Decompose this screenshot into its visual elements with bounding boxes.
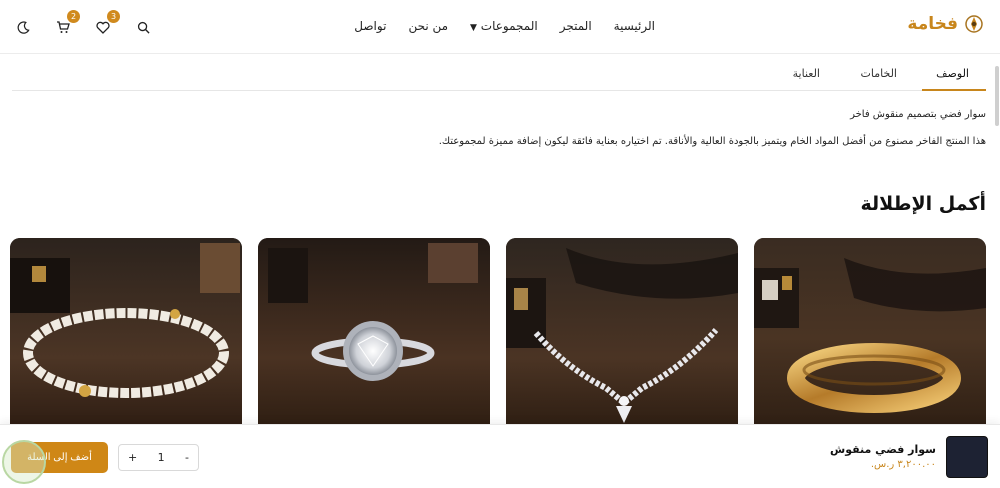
quantity-stepper: + 1 - — [118, 444, 199, 471]
cart-count-badge: 2 — [67, 10, 80, 23]
nav-contact[interactable]: تواصل — [354, 19, 386, 33]
tab-care[interactable]: العناية — [793, 67, 820, 80]
product-card-gold-bangle[interactable] — [754, 238, 986, 438]
related-section-title: أكمل الإطلالة — [860, 193, 986, 215]
nav-shop[interactable]: المتجر — [560, 19, 592, 33]
nav-collections[interactable]: المجموعات ▼ — [470, 19, 538, 33]
bottombar-product-name: سوار فضي منقوش — [830, 443, 936, 456]
search-icon — [137, 21, 150, 34]
logo[interactable]: فخامة — [907, 14, 984, 34]
moon-icon — [17, 20, 30, 34]
product-card-diamond-necklace[interactable] — [506, 238, 738, 438]
cart-button[interactable]: 2 — [54, 10, 80, 36]
page-scrollbar[interactable] — [993, 56, 999, 424]
gold-bangle-image — [754, 238, 986, 438]
description-body: هذا المنتج الفاخر مصنوع من أفضل المواد ا… — [438, 136, 986, 147]
heart-icon — [96, 21, 110, 34]
product-thumbnail — [946, 436, 988, 478]
logo-emblem-icon — [965, 15, 983, 33]
pearl-necklace-image — [10, 238, 242, 438]
quantity-value[interactable]: 1 — [158, 451, 165, 464]
watermark-seal — [2, 440, 46, 484]
sticky-add-to-cart-bar: سوار فضي منقوش ٣,٢٠٠.٠٠ ر.س. + 1 - أضف إ… — [0, 424, 1000, 488]
diamond-necklace-image — [506, 238, 738, 438]
active-tab-indicator — [922, 89, 986, 91]
wishlist-button[interactable]: 3 — [94, 10, 120, 36]
product-card-pearl-necklace[interactable] — [10, 238, 242, 438]
quantity-increase-button[interactable]: + — [128, 451, 137, 464]
diamond-ring-image — [258, 238, 490, 438]
nav-about[interactable]: من نحن — [408, 19, 448, 33]
product-card-diamond-ring[interactable] — [258, 238, 490, 438]
description-title: سوار فضي بتصميم منقوش فاخر — [850, 109, 986, 120]
logo-text: فخامة — [907, 14, 958, 34]
tab-materials[interactable]: الخامات — [861, 67, 897, 80]
wishlist-count-badge: 3 — [107, 10, 120, 23]
theme-toggle-button[interactable] — [14, 18, 32, 36]
nav-collections-label: المجموعات — [480, 19, 538, 33]
chevron-down-icon: ▼ — [470, 23, 477, 33]
quantity-decrease-button[interactable]: - — [185, 451, 189, 464]
search-button[interactable] — [134, 18, 152, 36]
cart-icon — [57, 21, 70, 33]
tab-description[interactable]: الوصف — [936, 67, 969, 80]
site-header: فخامة الرئيسية المتجر المجموعات ▼ من نحن… — [0, 0, 1000, 54]
scrollbar-thumb[interactable] — [995, 66, 999, 126]
header-actions: 2 3 — [14, 10, 152, 36]
bottombar-product-price: ٣,٢٠٠.٠٠ ر.س. — [870, 459, 936, 470]
nav-home[interactable]: الرئيسية — [614, 19, 655, 33]
related-products — [10, 238, 986, 438]
product-tabs: الوصف الخامات العناية — [12, 60, 986, 91]
main-nav: الرئيسية المتجر المجموعات ▼ من نحن تواصل — [354, 19, 655, 33]
